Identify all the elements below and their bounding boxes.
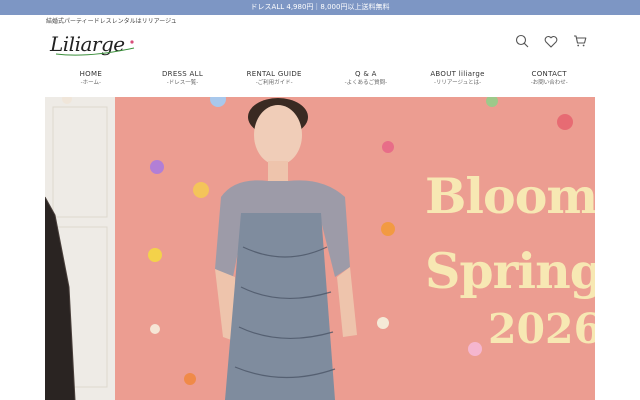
cart-icon[interactable] [572,33,588,49]
announcement-bar: ドレスALL 4,980円｜8,000円以上送料無料 [0,0,640,15]
announcement-text: ドレスALL 4,980円｜8,000円以上送料無料 [250,3,390,11]
nav-sublabel: -リリアージュとは- [433,80,482,86]
search-icon[interactable] [514,33,530,49]
heart-icon[interactable] [543,33,559,49]
nav-item-qa[interactable]: Q & A -よくあるご質問- [320,70,412,92]
hero-line-1: Bloom [425,167,595,225]
nav-label: RENTAL GUIDE [246,70,302,78]
nav-item-home[interactable]: HOME -ホーム- [45,70,137,92]
site-logo[interactable]: Liliarge [48,30,140,60]
nav-label: DRESS ALL [161,70,204,78]
main-nav: HOME -ホーム- DRESS ALL -ドレス一覧- RENTAL GUID… [45,70,595,92]
nav-sublabel: -ご利用ガイド- [255,80,293,86]
nav-sublabel: -お問い合わせ- [530,80,568,86]
nav-item-dress-all[interactable]: DRESS ALL -ドレス一覧- [137,70,229,92]
nav-label: ABOUT liliarge [430,70,485,78]
site-tagline: 結婚式パーティードレスレンタルはリリアージュ [46,18,177,25]
nav-label: Q & A [354,70,377,78]
hero-line-3: 2026 [488,305,595,353]
nav-sublabel: -ホーム- [80,80,101,86]
nav-item-rental-guide[interactable]: RENTAL GUIDE -ご利用ガイド- [228,70,320,92]
nav-sublabel: -ドレス一覧- [166,80,199,86]
hero-headline: Bloom Spring 2026 [425,172,595,352]
hero-banner[interactable]: Bloom Spring 2026 [45,97,595,400]
nav-label: CONTACT [531,70,567,78]
hero-line-2: Spring [425,242,595,300]
nav-label: HOME [79,70,103,78]
nav-item-about[interactable]: ABOUT liliarge -リリアージュとは- [412,70,504,92]
nav-sublabel: -よくあるご質問- [344,80,388,86]
nav-item-contact[interactable]: CONTACT -お問い合わせ- [503,70,595,92]
